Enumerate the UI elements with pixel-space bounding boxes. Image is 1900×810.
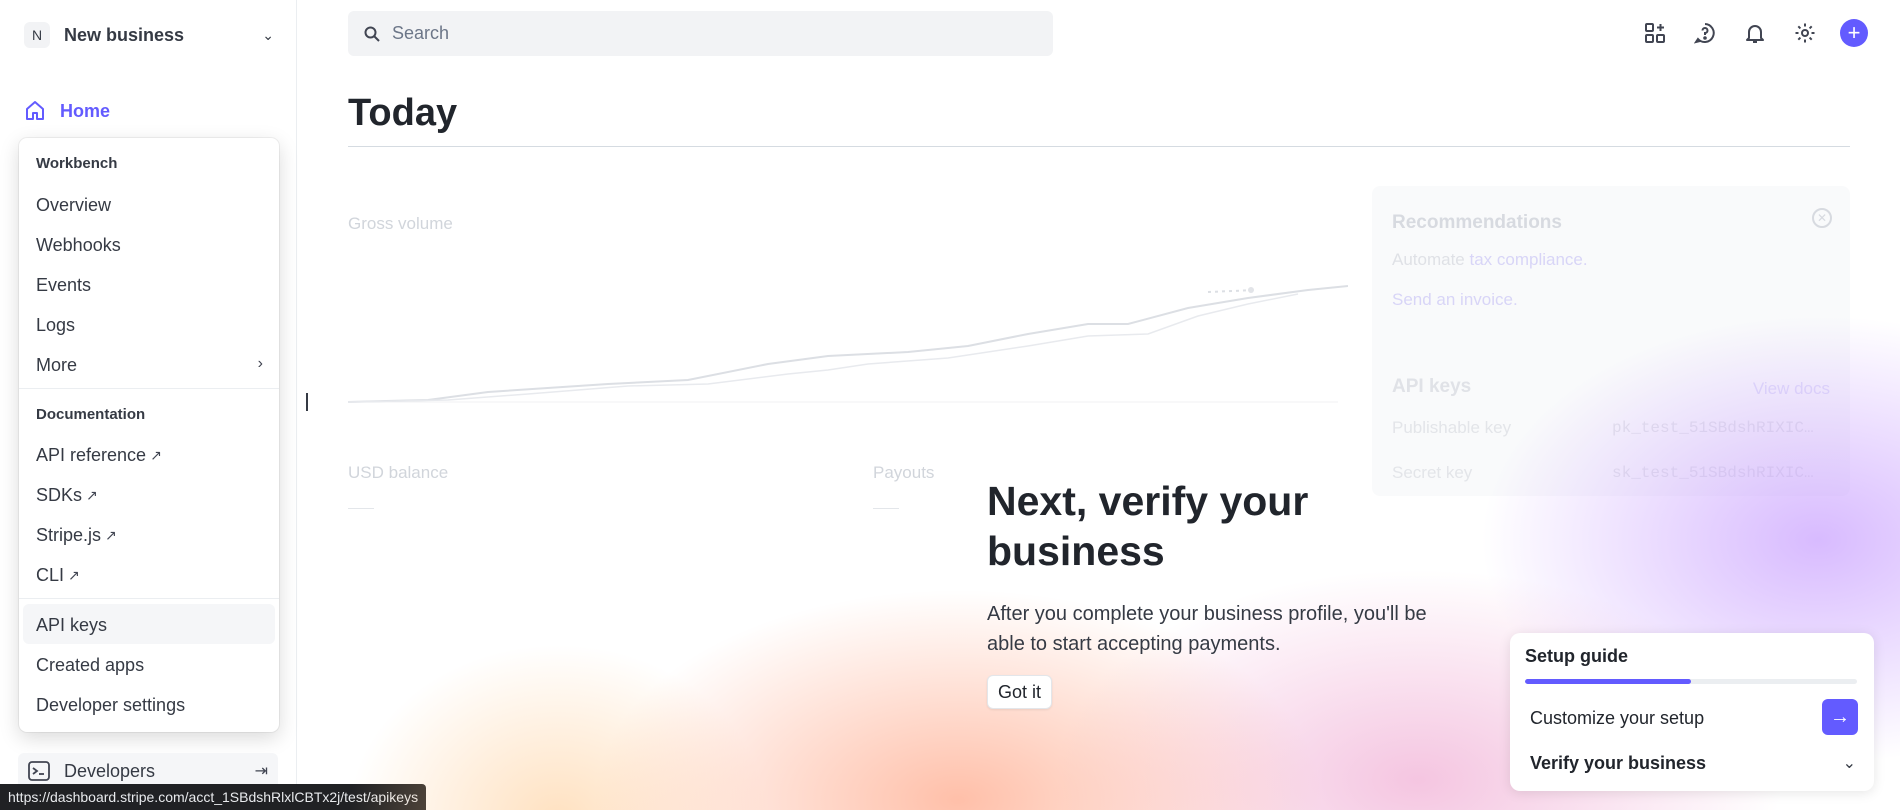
menu-heading-workbench: Workbench: [36, 155, 118, 172]
menu-item-more[interactable]: More: [36, 355, 264, 376]
setup-guide-panel: Setup guide Customize your setup → Verif…: [1510, 633, 1874, 791]
chevron-right-icon: ›: [257, 355, 263, 372]
menu-divider: [19, 388, 279, 389]
chevron-down-icon[interactable]: ⌄: [1843, 753, 1856, 773]
menu-item-logs[interactable]: Logs: [36, 315, 75, 336]
api-keys-title: API keys: [1392, 376, 1472, 397]
menu-item-cli[interactable]: CLI ↗: [36, 565, 80, 586]
got-it-button[interactable]: Got it: [987, 675, 1053, 709]
recommendation-tax[interactable]: Automate tax compliance.: [1392, 250, 1588, 270]
text-cursor: [306, 393, 308, 411]
menu-item-label: SDKs: [36, 485, 83, 505]
continue-button[interactable]: →: [1822, 699, 1858, 735]
link-status-bar: https://dashboard.stripe.com/acct_1SBdsh…: [0, 784, 427, 810]
setup-guide-title: Setup guide: [1525, 646, 1628, 666]
business-name: New business: [64, 24, 185, 45]
page-title: Today: [348, 92, 458, 134]
setup-progress-bar: [1525, 679, 1857, 684]
menu-item-sdks[interactable]: SDKs ↗: [36, 485, 98, 506]
search-input[interactable]: [392, 23, 992, 44]
recommendation-invoice[interactable]: Send an invoice.: [1392, 290, 1518, 310]
setup-step-verify[interactable]: Verify your business: [1530, 753, 1706, 774]
menu-item-overview[interactable]: Overview: [36, 195, 111, 216]
menu-item-stripejs[interactable]: Stripe.js ↗: [36, 525, 117, 546]
title-divider: [348, 146, 1850, 147]
home-icon: [26, 101, 44, 120]
menu-item-developer-settings[interactable]: Developer settings: [36, 695, 185, 716]
payouts-label: Payouts: [873, 463, 935, 482]
help-icon[interactable]: [1690, 18, 1720, 48]
usd-balance-label: USD balance: [348, 463, 449, 482]
collapse-icon[interactable]: ⇥: [255, 761, 268, 781]
chevron-down-icon: ⌄: [262, 26, 274, 43]
sidebar-item-label: Developers: [64, 760, 156, 781]
verify-heading: Next, verify your business: [987, 478, 1309, 574]
gross-volume-label: Gross volume: [348, 214, 453, 233]
menu-divider: [19, 598, 279, 599]
recommendations-card: Recommendations ✕ Automate tax complianc…: [1372, 186, 1850, 496]
external-link-icon: ↗: [150, 447, 162, 463]
menu-item-webhooks[interactable]: Webhooks: [36, 235, 121, 256]
sidebar-item-home[interactable]: Home: [24, 100, 110, 122]
menu-item-api-reference[interactable]: API reference ↗: [36, 445, 162, 466]
arrow-right-icon: →: [1830, 705, 1850, 728]
business-avatar: N: [24, 22, 50, 48]
recommendation-prefix: Automate: [1392, 250, 1465, 269]
recommendations-title: Recommendations: [1392, 212, 1562, 233]
verify-body: After you complete your business profile…: [987, 603, 1427, 655]
menu-item-api-keys[interactable]: API keys: [36, 615, 107, 636]
search-bar[interactable]: [348, 11, 1053, 56]
gross-volume-sparkline: [348, 285, 1348, 403]
external-link-icon: ↗: [105, 527, 117, 543]
menu-item-label: CLI: [36, 565, 65, 585]
create-button[interactable]: +: [1840, 19, 1868, 47]
publishable-key-value[interactable]: pk_test_51SBdshRIXIC…: [1612, 419, 1814, 437]
developers-menu: Workbench Overview Webhooks Events Logs …: [19, 138, 279, 732]
gear-icon[interactable]: [1790, 18, 1820, 48]
external-link-icon: ↗: [68, 567, 80, 583]
close-icon[interactable]: ✕: [1812, 208, 1832, 228]
menu-item-label: API reference: [36, 445, 147, 465]
plus-icon: +: [1847, 20, 1861, 45]
search-icon: [364, 26, 380, 42]
payouts-value: [873, 508, 899, 509]
menu-item-label: Stripe.js: [36, 525, 102, 545]
view-docs-link[interactable]: View docs: [1753, 379, 1830, 399]
usd-balance-value: [348, 508, 374, 509]
terminal-icon: [28, 761, 50, 781]
menu-heading-documentation: Documentation: [36, 406, 146, 423]
menu-item-label: More: [36, 355, 78, 375]
apps-icon[interactable]: [1640, 18, 1670, 48]
sidebar-item-label: Home: [60, 100, 111, 121]
bell-icon[interactable]: [1740, 18, 1770, 48]
menu-item-created-apps[interactable]: Created apps: [36, 655, 144, 676]
publishable-key-label: Publishable key: [1392, 418, 1512, 437]
business-switcher[interactable]: N New business ⌄: [24, 20, 274, 50]
external-link-icon: ↗: [86, 487, 98, 503]
secret-key-value[interactable]: sk_test_51SBdshRIXIC…: [1612, 464, 1814, 482]
recommendation-link: tax compliance.: [1469, 250, 1588, 269]
header-actions: +: [1620, 18, 1868, 48]
verify-business-prompt: Next, verify your business After you com…: [987, 476, 1467, 659]
menu-item-events[interactable]: Events: [36, 275, 91, 296]
setup-progress-fill: [1525, 679, 1691, 684]
setup-step-customize[interactable]: Customize your setup: [1530, 708, 1704, 729]
